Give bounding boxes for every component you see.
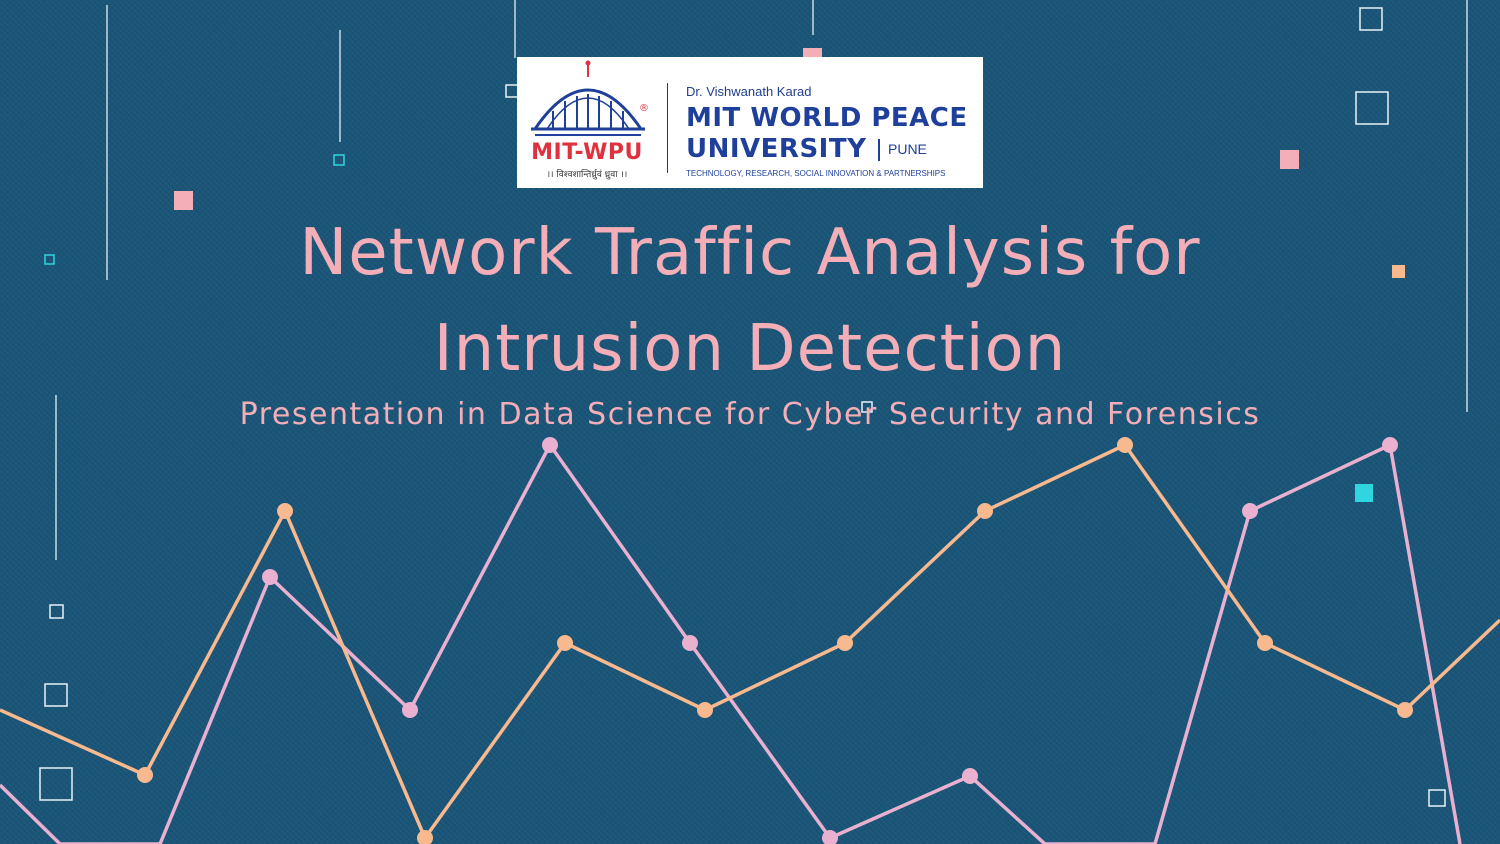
decor-pink-dot bbox=[682, 635, 698, 651]
decor-square-outline bbox=[1428, 789, 1446, 807]
logo-prefix: Dr. Vishwanath Karad bbox=[686, 84, 812, 99]
title-slide: ® MIT-WPU ।। विश्वशान्तिर्ध्रुवं ध्रुवा … bbox=[0, 0, 1500, 844]
slide-title-line2: Intrusion Detection bbox=[433, 312, 1067, 386]
decor-square-outline bbox=[333, 154, 345, 166]
logo-name-line2: UNIVERSITY bbox=[686, 134, 867, 164]
decor-orange-dot bbox=[557, 635, 573, 651]
logo-city: PUNE bbox=[888, 141, 927, 157]
logo-motto: ।। विश्वशान्तिर्ध्रुवं ध्रुवा ।। bbox=[546, 170, 628, 180]
university-logo: ® MIT-WPU ।। विश्वशान्तिर्ध्रुवं ध्रुवा … bbox=[517, 57, 983, 188]
decor-orange-dot bbox=[1117, 437, 1133, 453]
logo-name-line1: MIT WORLD PEACE bbox=[686, 103, 968, 133]
decor-orange-dot bbox=[1257, 635, 1273, 651]
logo-abbreviation: MIT-WPU bbox=[531, 140, 643, 165]
decor-square-outline bbox=[49, 604, 64, 619]
decor-orange-dot bbox=[697, 702, 713, 718]
decor-pink-dot bbox=[402, 702, 418, 718]
dome-icon bbox=[531, 60, 645, 136]
logo-emblem: ® MIT-WPU ।। विश्वशान्तिर्ध्रुवं ध्रुवा … bbox=[517, 57, 667, 188]
decor-orange-dot bbox=[137, 767, 153, 783]
decor-square-outline bbox=[44, 254, 55, 265]
decor-square-outline bbox=[1359, 7, 1383, 31]
slide-title: Network Traffic Analysis for Intrusion D… bbox=[150, 205, 1350, 397]
decor-pink-dot bbox=[962, 768, 978, 784]
decor-pink-dot bbox=[1382, 437, 1398, 453]
logo-tagline: TECHNOLOGY, RESEARCH, SOCIAL INNOVATION … bbox=[686, 169, 946, 178]
decor-pink-dot bbox=[262, 569, 278, 585]
decor-square-outline bbox=[44, 683, 68, 707]
decor-square-filled bbox=[1392, 265, 1405, 278]
decor-pink-line bbox=[0, 443, 1462, 844]
decor-orange-dot bbox=[837, 635, 853, 651]
registered-mark: ® bbox=[639, 103, 649, 114]
decor-square-outline bbox=[39, 767, 73, 801]
decor-orange-dot bbox=[277, 503, 293, 519]
decor-orange-line bbox=[0, 443, 1500, 840]
decor-pink-dot bbox=[542, 437, 558, 453]
decor-orange-dot bbox=[1397, 702, 1413, 718]
logo-divider bbox=[667, 83, 668, 173]
decor-square-filled bbox=[1280, 150, 1299, 169]
logo-separator bbox=[878, 139, 880, 161]
decor-square-outline bbox=[1355, 91, 1389, 125]
decor-pink-dot bbox=[1242, 503, 1258, 519]
decor-square-filled bbox=[1355, 484, 1373, 502]
decor-orange-dot bbox=[977, 503, 993, 519]
slide-title-line1: Network Traffic Analysis for bbox=[299, 216, 1201, 290]
slide-subtitle: Presentation in Data Science for Cyber S… bbox=[239, 397, 1261, 432]
